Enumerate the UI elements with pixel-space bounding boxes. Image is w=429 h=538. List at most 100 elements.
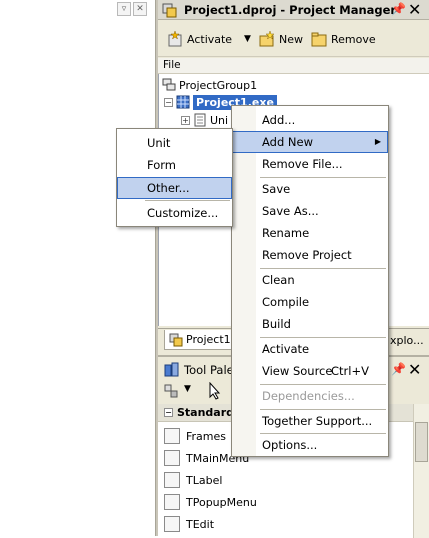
menu-item-label: Unit — [147, 136, 171, 150]
menu-item-add[interactable]: Add... — [232, 109, 388, 131]
menu-item-label: Save As... — [262, 204, 319, 218]
component-item[interactable]: TEdit — [164, 514, 214, 534]
pointer-icon[interactable] — [208, 381, 222, 403]
tab-project[interactable]: Project1. — [164, 330, 240, 350]
close-icon[interactable]: ✕ — [408, 360, 421, 379]
close-icon[interactable]: ✕ — [408, 0, 421, 19]
project-icon — [176, 95, 190, 109]
menu-item-activate[interactable]: Activate — [232, 338, 388, 360]
collapse-icon[interactable]: − — [164, 97, 173, 107]
tree-item-label: Uni — [210, 113, 229, 127]
menu-item-remove-file[interactable]: Remove File... — [232, 153, 388, 175]
remove-label: Remove — [331, 32, 376, 46]
project-group-icon — [162, 78, 176, 91]
menu-item-build[interactable]: Build — [232, 313, 388, 335]
tab-label: Project1. — [186, 333, 235, 346]
dropdown-arrow-icon[interactable]: ▼ — [184, 384, 191, 394]
menu-item-label: View Source — [262, 364, 333, 378]
project-manager-titlebar[interactable]: Project1.dproj - Project Manager 📌 ✕ — [158, 0, 429, 20]
menu-item-clean[interactable]: Clean — [232, 269, 388, 291]
menu-item-compile[interactable]: Compile — [232, 291, 388, 313]
menu-item-save[interactable]: Save — [232, 178, 388, 200]
file-column-header[interactable]: File — [158, 58, 429, 74]
popup-menu-icon — [164, 494, 180, 510]
menu-item-label: Activate — [262, 342, 310, 356]
menu-item-options[interactable]: Options... — [232, 434, 388, 456]
project-manager-icon — [169, 333, 183, 346]
submenu-item-other[interactable]: Other... — [117, 177, 232, 199]
tree-item-label: ProjectGroup1 — [179, 78, 258, 92]
vertical-scrollbar[interactable] — [413, 404, 429, 538]
component-item[interactable]: Frames — [164, 426, 226, 446]
menu-item-label: Rename — [262, 226, 310, 240]
menu-item-label: Form — [147, 158, 176, 172]
menu-item-label: Compile — [262, 295, 310, 309]
tab-explorer[interactable]: xplo... — [386, 330, 428, 350]
menu-item-label: Options... — [262, 438, 318, 452]
add-new-submenu: Unit Form Other... Customize... — [116, 128, 233, 227]
submenu-item-unit[interactable]: Unit — [117, 132, 232, 154]
component-item[interactable]: TLabel — [164, 470, 222, 490]
dropdown-arrow-icon: ▼ — [244, 34, 251, 44]
project-manager-toolbar: Activate ▼ New Remove — [158, 21, 429, 57]
activate-dropdown[interactable]: ▼ — [244, 28, 251, 50]
unit-file-icon — [194, 113, 206, 127]
chevron-down-icon[interactable]: ▿ — [117, 2, 131, 16]
menu-item-add-new[interactable]: Add New ▶ — [232, 131, 388, 153]
menu-item-label: Add New — [262, 135, 314, 149]
main-menu-icon — [164, 450, 180, 466]
pin-icon[interactable]: 📌 — [391, 362, 406, 376]
component-label: TPopupMenu — [186, 495, 257, 509]
close-icon[interactable]: ✕ — [133, 2, 147, 16]
component-label: Frames — [186, 429, 227, 443]
tool-palette-icon — [164, 362, 179, 377]
new-icon — [259, 30, 275, 47]
menu-item-label: Build — [262, 317, 291, 331]
menu-item-rename[interactable]: Rename — [232, 222, 388, 244]
activate-label: Activate — [187, 32, 233, 46]
menu-item-remove-project[interactable]: Remove Project — [232, 244, 388, 266]
label-icon — [164, 472, 180, 488]
menu-item-save-as[interactable]: Save As... — [232, 200, 388, 222]
new-label: New — [279, 32, 303, 46]
categories-icon[interactable] — [164, 384, 178, 401]
shortcut-label: Ctrl+V — [331, 364, 369, 378]
component-item[interactable]: TPopupMenu — [164, 492, 257, 512]
frames-icon — [164, 428, 180, 444]
menu-item-label: Dependencies... — [262, 389, 355, 403]
submenu-item-form[interactable]: Form — [117, 154, 232, 176]
pane-controls: ▿ ✕ — [117, 1, 149, 16]
tree-item-project-group[interactable]: ProjectGroup1 — [162, 76, 257, 94]
tree-item-unit[interactable]: + Uni — [181, 111, 228, 129]
pin-icon[interactable]: 📌 — [391, 2, 406, 16]
edit-icon — [164, 516, 180, 532]
collapse-icon[interactable]: − — [164, 408, 173, 417]
component-label: TLabel — [186, 473, 223, 487]
scrollbar-thumb[interactable] — [415, 422, 428, 462]
submenu-item-customize[interactable]: Customize... — [117, 202, 232, 224]
remove-button[interactable]: Remove — [310, 28, 376, 50]
menu-item-label: Remove Project — [262, 248, 352, 262]
expand-icon[interactable]: + — [181, 115, 190, 125]
panel-title: Project1.dproj - Project Manager — [184, 3, 397, 17]
submenu-arrow-icon: ▶ — [374, 137, 381, 146]
editor-area: ▿ ✕ — [0, 0, 155, 536]
menu-item-label: Other... — [147, 181, 190, 195]
menu-item-label: Add... — [262, 113, 296, 127]
menu-separator — [145, 200, 230, 201]
menu-item-together-support[interactable]: Together Support... — [232, 410, 388, 432]
activate-icon — [168, 30, 182, 47]
menu-item-label: Customize... — [147, 206, 219, 220]
remove-icon — [311, 32, 327, 47]
component-label: TEdit — [186, 517, 215, 531]
menu-item-label: Remove File... — [262, 157, 343, 171]
menu-item-label: Save — [262, 182, 291, 196]
category-label: Standard — [177, 406, 235, 419]
activate-button[interactable]: Activate — [166, 28, 232, 50]
menu-item-label: Clean — [262, 273, 295, 287]
project-manager-icon — [162, 3, 177, 18]
menu-item-view-source[interactable]: View Source Ctrl+V — [232, 360, 388, 382]
menu-item-dependencies: Dependencies... — [232, 385, 388, 407]
new-button[interactable]: New — [258, 28, 303, 50]
menu-item-label: Together Support... — [262, 414, 373, 428]
